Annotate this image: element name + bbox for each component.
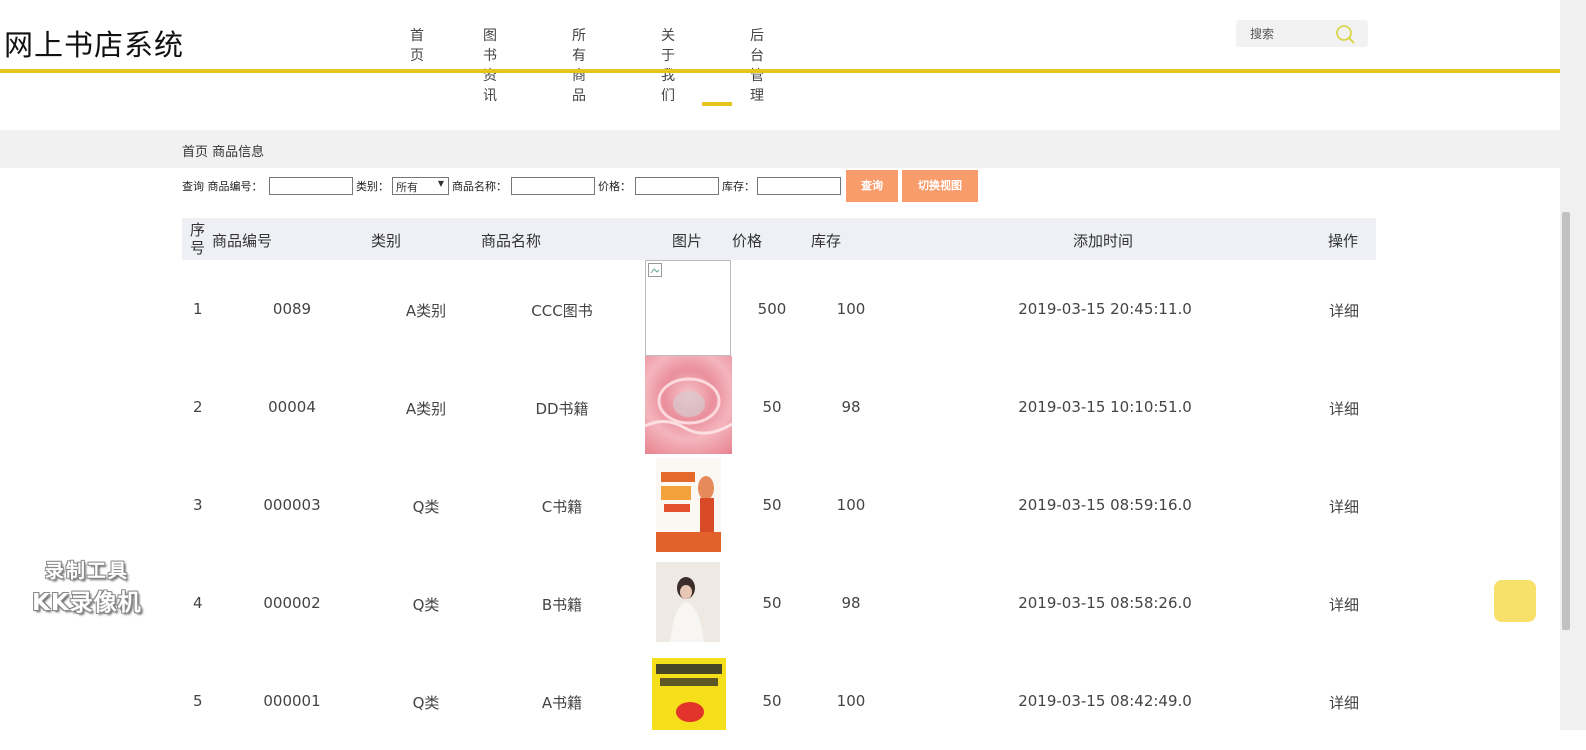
- column-header-image: 图片: [672, 232, 703, 250]
- price-filter-label: 价格：: [598, 180, 631, 193]
- product-image[interactable]: [645, 356, 732, 454]
- book-cover-art: [656, 458, 721, 552]
- nav-home[interactable]: 首页: [410, 25, 424, 65]
- search-button[interactable]: 查询: [846, 170, 898, 202]
- book-cover-art: [645, 377, 732, 435]
- column-header-time: 添加时间: [1073, 232, 1134, 250]
- row-name: A书籍: [541, 694, 583, 712]
- section-accent-dash: [702, 102, 732, 106]
- row-price: 500: [757, 300, 787, 318]
- product-image[interactable]: [652, 658, 726, 730]
- nav-book-news[interactable]: 图书资讯: [483, 25, 497, 105]
- watermark-line2: KK录像机: [32, 590, 142, 616]
- table-row: 1 0089 A类别 CCC图书 500 100 2019-03-15 20:4…: [182, 260, 1376, 358]
- detail-link[interactable]: 详细: [1329, 398, 1359, 419]
- product-image[interactable]: [656, 562, 720, 642]
- detail-link[interactable]: 详细: [1329, 594, 1359, 615]
- table-row: 5 000001 Q类 A书籍 50 100 2019-03-15 08:42:…: [182, 652, 1376, 750]
- site-logo[interactable]: 网上书店系统: [4, 22, 184, 64]
- nav-all-products[interactable]: 所有商品: [572, 25, 586, 105]
- nav-admin[interactable]: 后台管理: [750, 25, 764, 105]
- site-header: 网上书店系统 首页 图书资讯 所有商品 关于我们 后台管理 搜索: [0, 0, 1560, 104]
- switch-view-button[interactable]: 切换视图: [902, 170, 978, 202]
- breadcrumb-bar: 首页 商品信息: [0, 130, 1560, 168]
- column-header-category: 类别: [371, 232, 402, 250]
- row-code: 00004: [268, 398, 316, 416]
- row-name: CCC图书: [531, 302, 593, 320]
- code-filter-input[interactable]: [269, 177, 353, 195]
- book-cover-art: [652, 658, 726, 730]
- row-seq: 1: [193, 300, 203, 318]
- row-price: 50: [762, 692, 782, 710]
- name-filter-input[interactable]: [511, 177, 595, 195]
- table-row: 2 00004 A类别 DD书籍 50 98 2019-03-15 10:10:…: [182, 356, 1376, 456]
- row-name: DD书籍: [535, 400, 589, 418]
- row-stock: 98: [841, 594, 861, 612]
- column-header-code: 商品编号: [212, 232, 273, 250]
- column-header-action: 操作: [1328, 232, 1359, 250]
- row-seq: 4: [193, 594, 203, 612]
- name-filter-label: 商品名称：: [452, 180, 507, 193]
- row-category: A类别: [405, 302, 447, 320]
- row-category: Q类: [412, 694, 440, 712]
- filter-bar: 查询 商品编号： 类别： 所有 ▼ 商品名称： 价格： 库存： 查询 切换视图: [182, 170, 1082, 202]
- column-header-seq: 序号: [190, 221, 206, 257]
- row-category: Q类: [412, 498, 440, 516]
- code-filter-label: 查询 商品编号：: [182, 180, 263, 193]
- row-stock: 98: [841, 398, 861, 416]
- nav-about-us[interactable]: 关于我们: [661, 25, 675, 105]
- recorder-watermark: 录制工具 KK录像机: [32, 556, 142, 617]
- row-category: A类别: [405, 400, 447, 418]
- row-code: 000003: [263, 496, 321, 514]
- row-time: 2019-03-15 10:10:51.0: [1018, 398, 1192, 416]
- detail-link[interactable]: 详细: [1329, 496, 1359, 517]
- category-selected-value: 所有: [396, 181, 418, 194]
- row-time: 2019-03-15 20:45:11.0: [1018, 300, 1192, 318]
- search-icon[interactable]: [1334, 23, 1356, 45]
- stock-filter-label: 库存：: [722, 180, 755, 193]
- row-price: 50: [762, 496, 782, 514]
- search-placeholder: 搜索: [1250, 27, 1275, 41]
- row-seq: 2: [193, 398, 203, 416]
- table-row: 3 000003 Q类 C书籍 50 100 2019-03-15 08:59:…: [182, 456, 1376, 554]
- detail-link[interactable]: 详细: [1329, 692, 1359, 713]
- detail-link[interactable]: 详细: [1329, 300, 1359, 321]
- row-time: 2019-03-15 08:58:26.0: [1018, 594, 1192, 612]
- table-row: 4 000002 Q类 B书籍 50 98 2019-03-15 08:58:2…: [182, 554, 1376, 652]
- chevron-down-icon: ▼: [437, 179, 444, 188]
- row-time: 2019-03-15 08:59:16.0: [1018, 496, 1192, 514]
- row-stock: 100: [836, 300, 866, 318]
- row-seq: 5: [193, 692, 203, 710]
- row-code: 000001: [263, 692, 321, 710]
- row-price: 50: [762, 594, 782, 612]
- row-stock: 100: [836, 496, 866, 514]
- back-to-top-button[interactable]: [1494, 580, 1536, 622]
- row-code: 000002: [263, 594, 321, 612]
- watermark-line1: 录制工具: [44, 560, 129, 582]
- column-header-price: 价格: [732, 232, 763, 250]
- book-cover-art: [656, 562, 720, 642]
- row-name: C书籍: [541, 498, 583, 516]
- row-category: Q类: [412, 596, 440, 614]
- row-code: 0089: [272, 300, 312, 318]
- column-header-name: 商品名称: [481, 232, 542, 250]
- product-image-broken[interactable]: [645, 260, 731, 356]
- stock-filter-input[interactable]: [757, 177, 841, 195]
- scrollbar-thumb[interactable]: [1562, 212, 1570, 630]
- price-filter-input[interactable]: [635, 177, 719, 195]
- row-seq: 3: [193, 496, 203, 514]
- row-stock: 100: [836, 692, 866, 710]
- broken-image-icon: [648, 263, 662, 277]
- row-time: 2019-03-15 08:42:49.0: [1018, 692, 1192, 710]
- table-header: 序号 商品编号 类别 商品名称 图片 价格 库存 添加时间 操作: [182, 218, 1376, 260]
- product-image[interactable]: [656, 458, 721, 552]
- category-filter-label: 类别：: [356, 180, 389, 193]
- row-price: 50: [762, 398, 782, 416]
- breadcrumb: 首页 商品信息: [182, 145, 265, 160]
- row-name: B书籍: [541, 596, 583, 614]
- category-select[interactable]: 所有 ▼: [392, 177, 449, 195]
- header-divider: [0, 69, 1560, 73]
- column-header-stock: 库存: [811, 232, 842, 250]
